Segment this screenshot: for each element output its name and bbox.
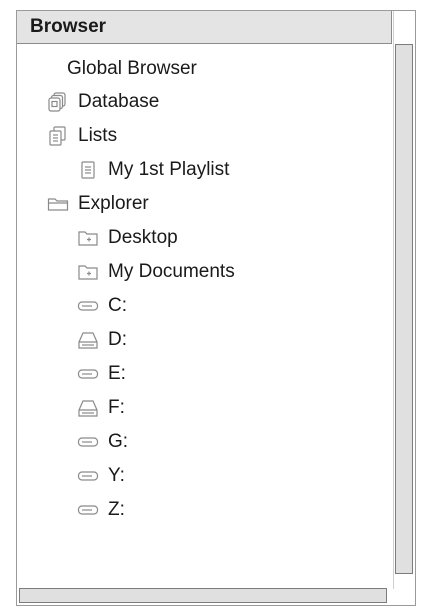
tree-item-label: My Documents xyxy=(108,260,235,282)
tree-item-drive-z[interactable]: Z: xyxy=(77,493,125,526)
tree-item-label: My 1st Playlist xyxy=(108,158,230,180)
tree-item-label: Database xyxy=(78,90,160,112)
tree-item-drive-f[interactable]: F: xyxy=(77,391,125,424)
tree-item-drive-g[interactable]: G: xyxy=(77,425,128,458)
tree-item-desktop[interactable]: Desktop xyxy=(77,221,178,254)
tree-item-drive-d[interactable]: D: xyxy=(77,323,127,356)
folder-icon xyxy=(77,227,99,249)
hard-drive-icon xyxy=(77,465,99,487)
horizontal-scrollbar-thumb[interactable] xyxy=(19,588,387,603)
optical-drive-icon xyxy=(77,329,99,351)
playlist-icon xyxy=(77,159,99,181)
tree-item-drive-e[interactable]: E: xyxy=(77,357,126,390)
hard-drive-icon xyxy=(77,499,99,521)
lists-icon xyxy=(47,125,69,147)
tree-item-label: Desktop xyxy=(108,226,178,248)
hard-drive-icon xyxy=(77,363,99,385)
tree-item-label: D: xyxy=(108,328,127,350)
vertical-scrollbar[interactable] xyxy=(393,11,415,589)
optical-drive-icon xyxy=(77,397,99,419)
tree-item-label: F: xyxy=(108,396,125,418)
tree-item-drive-c[interactable]: C: xyxy=(77,289,127,322)
hard-drive-icon xyxy=(77,431,99,453)
hard-drive-icon xyxy=(77,295,99,317)
tree-item-label: Explorer xyxy=(78,192,149,214)
tree-item-label: Lists xyxy=(78,124,118,146)
tree-item-global-browser[interactable]: Global Browser xyxy=(67,52,197,85)
horizontal-scrollbar[interactable] xyxy=(17,587,393,605)
tree-item-label: Global Browser xyxy=(67,57,197,79)
browser-tree: Global Browser Database Lists My 1st Pla… xyxy=(17,44,393,576)
explorer-folder-icon xyxy=(47,193,69,215)
browser-header: Browser xyxy=(17,11,392,44)
tree-item-drive-y[interactable]: Y: xyxy=(77,459,125,492)
tree-item-label: G: xyxy=(108,430,129,452)
tree-item-label: E: xyxy=(108,362,126,384)
tree-item-label: Z: xyxy=(108,498,125,520)
tree-item-my-documents[interactable]: My Documents xyxy=(77,255,235,288)
database-icon xyxy=(47,91,69,113)
tree-item-label: C: xyxy=(108,294,127,316)
tree-item-lists[interactable]: Lists xyxy=(47,119,117,152)
tree-item-label: Y: xyxy=(108,464,125,486)
browser-panel: Browser Global Browser Database Lists My… xyxy=(16,10,416,606)
tree-item-database[interactable]: Database xyxy=(47,85,159,118)
tree-item-my-1st-playlist[interactable]: My 1st Playlist xyxy=(77,153,229,186)
tree-item-explorer[interactable]: Explorer xyxy=(47,187,149,220)
folder-icon xyxy=(77,261,99,283)
vertical-scrollbar-thumb[interactable] xyxy=(395,44,413,574)
